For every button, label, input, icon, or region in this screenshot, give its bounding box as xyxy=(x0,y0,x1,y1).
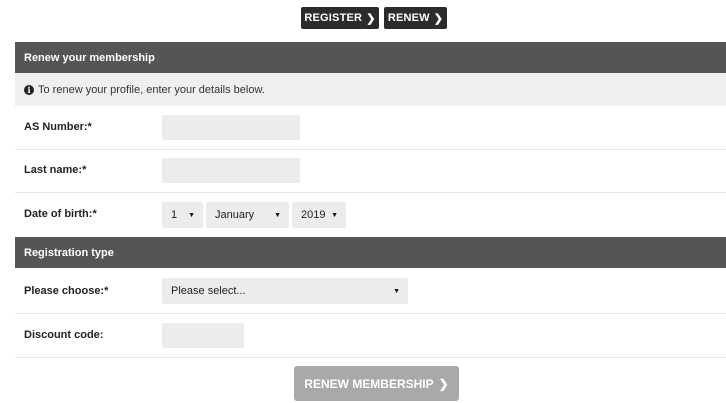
info-bar: i To renew your profile, enter your deta… xyxy=(15,73,726,106)
renew-membership-label: RENEW MEMBERSHIP xyxy=(304,376,434,391)
chevron-right-icon: ❯ xyxy=(366,12,376,25)
last-name-input[interactable] xyxy=(162,158,300,183)
top-nav: REGISTER ❯ RENEW ❯ xyxy=(0,7,726,29)
dob-month-select[interactable]: January ▼ xyxy=(206,202,289,228)
dropdown-caret-icon: ▼ xyxy=(331,211,338,219)
register-button-label: REGISTER xyxy=(304,12,363,24)
date-of-birth-row: Date of birth:* 1 ▼ January ▼ 2019 ▼ xyxy=(15,193,726,237)
registration-section-title: Registration type xyxy=(24,246,114,259)
chevron-right-icon: ❯ xyxy=(438,376,449,391)
last-name-row: Last name:* xyxy=(15,150,726,193)
renew-button-label: RENEW xyxy=(387,12,430,24)
dropdown-caret-icon: ▼ xyxy=(188,211,195,219)
as-number-input[interactable] xyxy=(162,115,300,140)
dob-month-value: January xyxy=(215,209,255,221)
registration-type-value: Please select... xyxy=(171,285,246,297)
dob-year-value: 2019 xyxy=(301,209,326,221)
dropdown-caret-icon: ▼ xyxy=(274,211,281,219)
registration-section-header: Registration type xyxy=(15,237,726,268)
dob-year-select[interactable]: 2019 ▼ xyxy=(292,202,346,228)
as-number-row: AS Number:* xyxy=(15,106,726,150)
renew-membership-button[interactable]: RENEW MEMBERSHIP ❯ xyxy=(294,366,459,401)
dob-day-value: 1 xyxy=(171,209,178,221)
please-choose-row: Please choose:* Please select... ▼ xyxy=(15,268,726,314)
dob-day-select[interactable]: 1 ▼ xyxy=(162,202,203,228)
renew-button[interactable]: RENEW ❯ xyxy=(384,7,447,29)
discount-code-input[interactable] xyxy=(162,323,244,348)
last-name-label: Last name:* xyxy=(24,164,87,176)
renew-section-title: Renew your membership xyxy=(24,51,155,64)
discount-code-row: Discount code: xyxy=(15,314,726,358)
info-icon: i xyxy=(24,84,34,95)
info-text: To renew your profile, enter your detail… xyxy=(38,83,265,96)
please-choose-label: Please choose:* xyxy=(24,285,109,297)
register-button[interactable]: REGISTER ❯ xyxy=(301,7,379,29)
renew-section-header: Renew your membership xyxy=(15,42,726,73)
dropdown-caret-icon: ▼ xyxy=(393,287,400,295)
as-number-label: AS Number:* xyxy=(24,121,92,133)
chevron-right-icon: ❯ xyxy=(433,12,444,25)
discount-code-label: Discount code: xyxy=(24,329,104,341)
registration-type-select[interactable]: Please select... ▼ xyxy=(162,278,408,304)
date-of-birth-label: Date of birth:* xyxy=(24,208,97,220)
